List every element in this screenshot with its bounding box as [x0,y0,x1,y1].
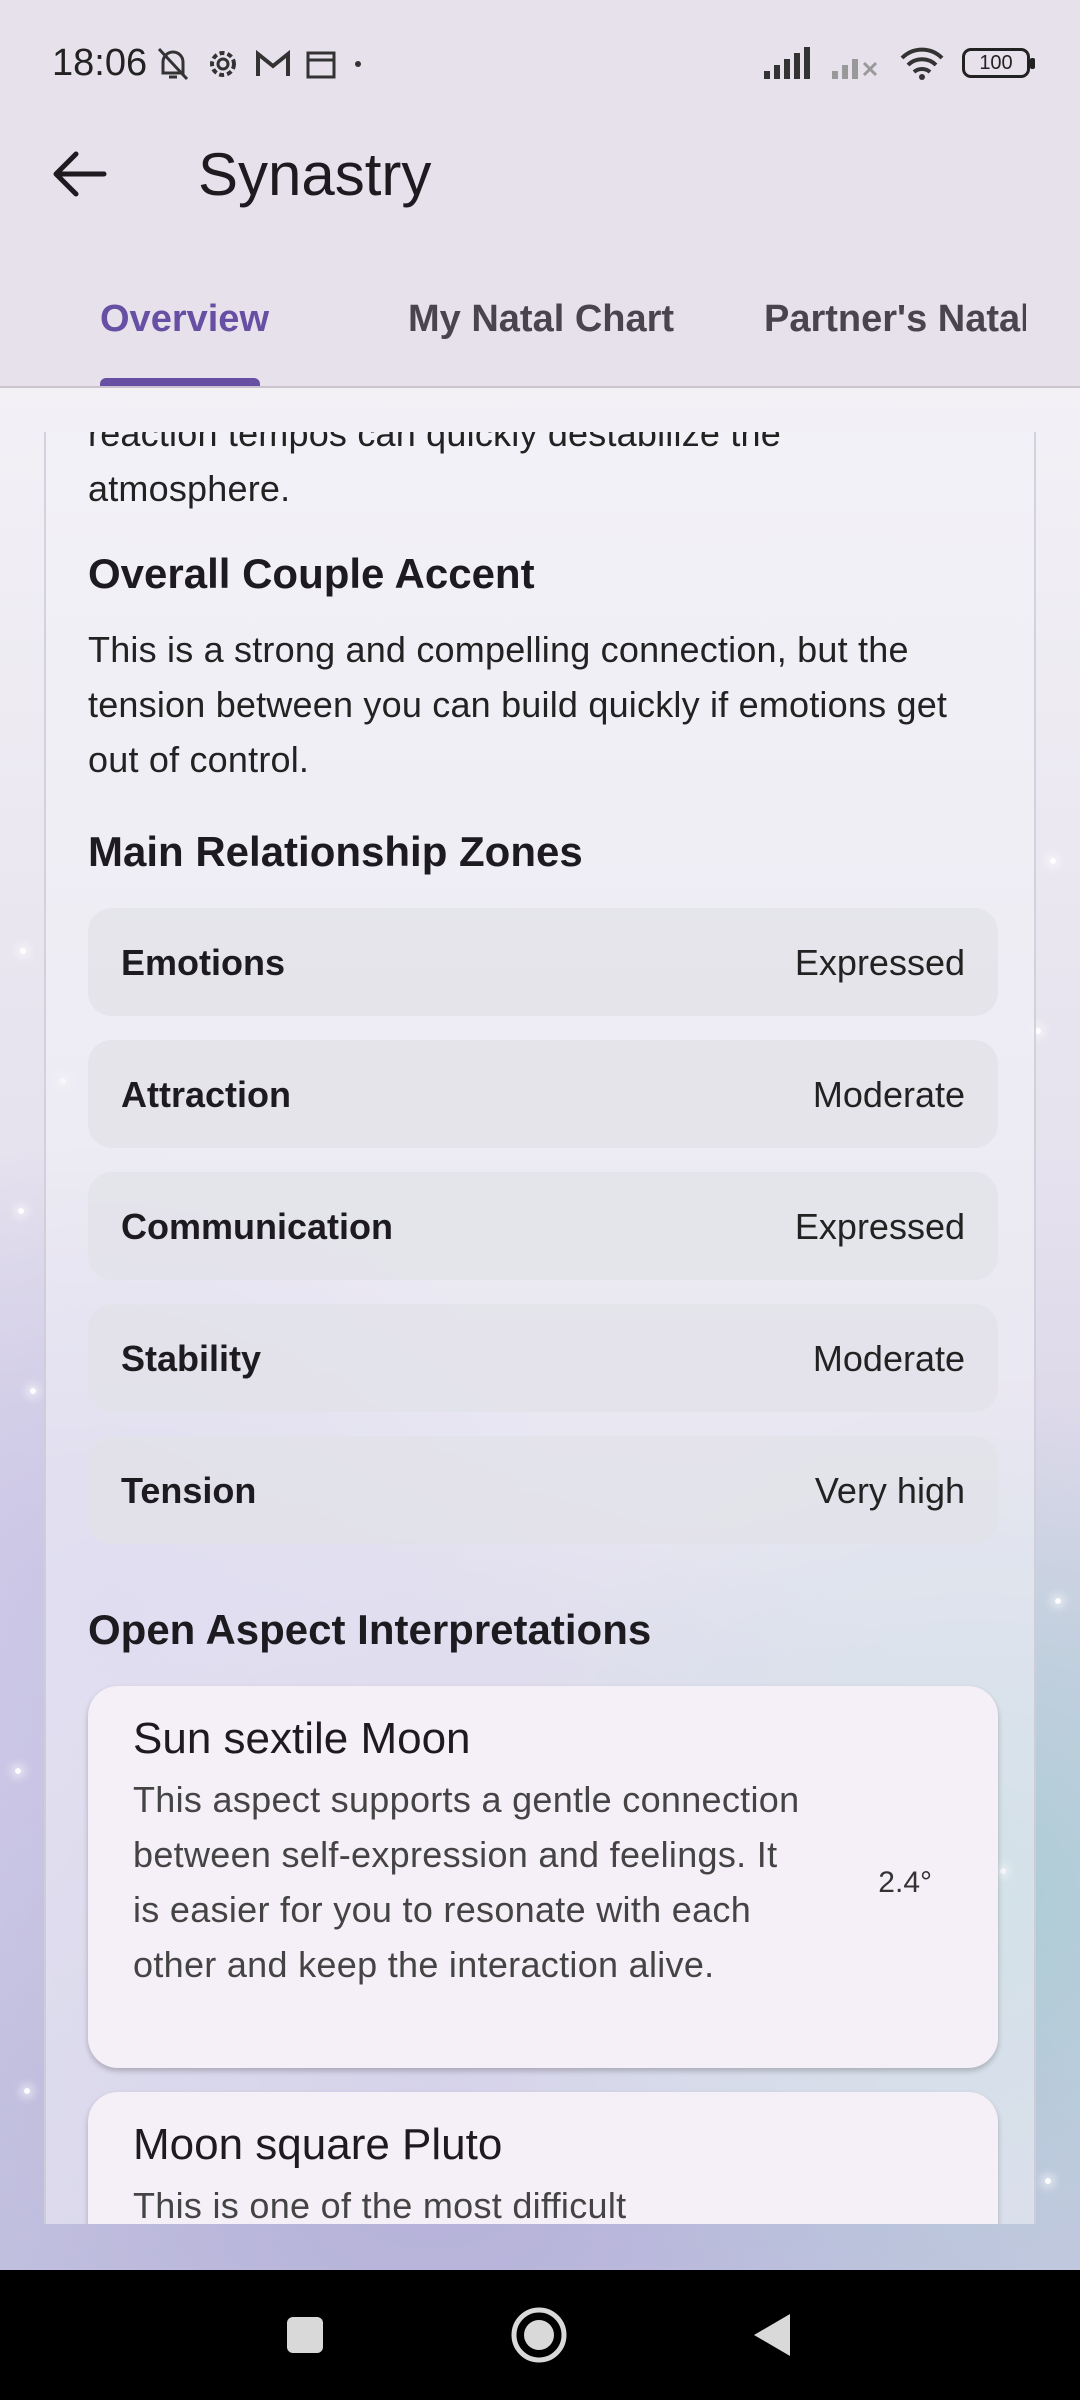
zone-label: Stability [121,1338,262,1379]
aspect-name: Sun sextile Moon [133,1714,471,1763]
gmail-icon [256,49,290,76]
muted-bell-icon [157,47,189,81]
zone-label: Communication [121,1206,394,1247]
aspect-orb: 2.4° [878,1866,932,1899]
zone-row-stability: Stability Moderate [88,1304,998,1412]
zone-label: Attraction [121,1074,291,1115]
tab-bar: Overview My Natal Chart Partner's Natal [0,260,1080,388]
tab-partners-natal-chart[interactable]: Partner's Natal [764,298,1026,341]
page-title: Synastry [198,141,432,208]
back-arrow-icon[interactable] [44,140,112,208]
aspect-card-moon-square-pluto[interactable]: Moon square Pluto This is one of the mos… [88,2092,998,2224]
zone-label: Tension [121,1470,257,1511]
zone-label: Emotions [121,942,286,983]
aspects-heading: Open Aspect Interpretations [88,1606,652,1653]
battery-icon: 100 [962,48,1035,78]
overview-content[interactable]: reaction tempos can quickly destabilize … [44,432,1036,2224]
zone-value: Moderate [812,1338,965,1379]
tab-overview[interactable]: Overview [100,298,269,341]
aspect-card-sun-sextile-moon[interactable]: Sun sextile Moon This aspect supports a … [88,1686,998,2068]
zone-row-emotions: Emotions Expressed [88,908,998,1016]
settings-gear-icon [210,51,236,77]
intro-tail: atmosphere. [88,468,291,509]
aspect-description: This is one of the most difficult [133,2185,627,2224]
calendar-icon [306,51,336,79]
status-time: 18:06 [52,42,148,84]
tab-my-natal-chart[interactable]: My Natal Chart [408,298,674,341]
zone-value: Moderate [812,1074,965,1115]
home-icon[interactable] [510,2306,568,2364]
intro-text: reaction tempos can quickly destabilize … [88,432,998,516]
zone-row-tension: Tension Very high [88,1436,998,1544]
signal-icon [764,47,810,79]
couple-accent-text: This is a strong and compelling connecti… [88,629,948,780]
wifi-icon [900,47,944,80]
dot-icon [355,61,361,67]
zone-value: Very high [814,1470,965,1511]
zones-heading: Main Relationship Zones [88,828,583,875]
couple-accent-heading: Overall Couple Accent [88,550,535,597]
zone-value: Expressed [794,1206,965,1247]
tab-indicator [100,378,260,386]
system-indicators: 100 [764,46,1035,80]
back-triangle-icon[interactable] [750,2312,794,2358]
zone-row-attraction: Attraction Moderate [88,1040,998,1148]
notification-icons [155,44,365,84]
recent-apps-icon[interactable] [285,2315,325,2355]
intro-cut-line: reaction tempos can quickly destabilize … [88,432,781,454]
zone-row-communication: Communication Expressed [88,1172,998,1280]
system-navigation-bar [0,2270,1080,2400]
zone-value: Expressed [794,942,965,983]
aspect-name: Moon square Pluto [133,2120,503,2169]
status-bar: 18:06 100 [0,0,1080,135]
aspect-description: This aspect supports a gentle connection… [133,1779,800,1985]
signal-no-service-icon [832,59,878,79]
